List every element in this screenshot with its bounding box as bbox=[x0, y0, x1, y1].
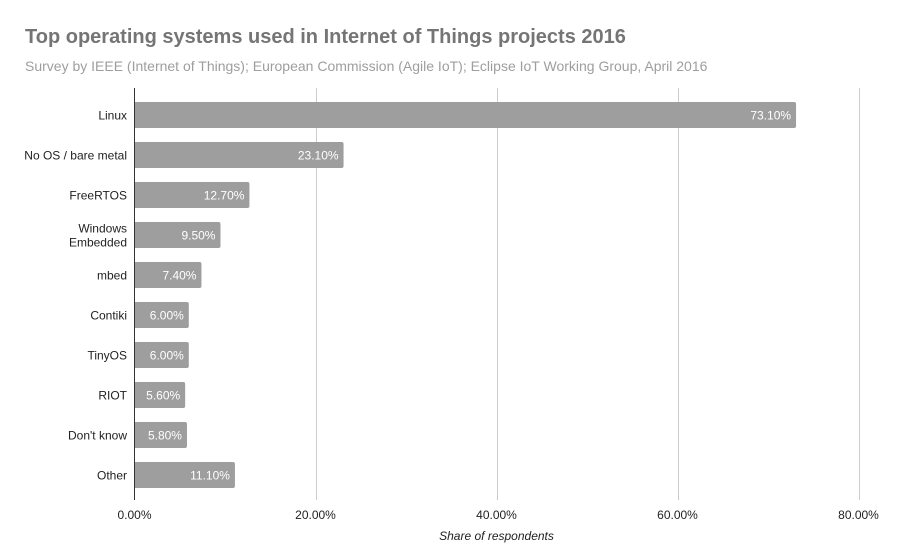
category-label: Other bbox=[97, 469, 127, 483]
data-label: 11.10% bbox=[190, 469, 230, 483]
category-label: RIOT bbox=[98, 389, 127, 403]
data-label: 12.70% bbox=[204, 189, 245, 203]
gridlines bbox=[316, 88, 860, 500]
category-label: mbed bbox=[97, 269, 127, 283]
bar bbox=[134, 102, 797, 128]
category-label: No OS / bare metal bbox=[24, 149, 127, 163]
x-tick-label: 20.00% bbox=[295, 508, 336, 522]
data-label: 7.40% bbox=[162, 269, 196, 283]
x-tick-label: 40.00% bbox=[476, 508, 517, 522]
category-label: Linux bbox=[98, 109, 127, 123]
category-label: FreeRTOS bbox=[69, 189, 127, 203]
data-label: 23.10% bbox=[298, 149, 339, 163]
data-label: 73.10% bbox=[750, 109, 791, 123]
x-axis-label: Share of respondents bbox=[439, 529, 554, 543]
data-label: 5.60% bbox=[146, 389, 180, 403]
category-label: Windows Embedded bbox=[69, 222, 127, 250]
x-tick-label: 80.00% bbox=[838, 508, 879, 522]
bars: 73.10% 23.10% 12.70% 9.50% 7.40% 6.00% 6.00% 5.… bbox=[134, 102, 797, 488]
category-label: Contiki bbox=[90, 309, 127, 323]
category-label: Don't know bbox=[68, 429, 127, 443]
bar-chart: 73.10% 23.10% 12.70% 9.50% 7.40% 6.00% 6.00% 5.… bbox=[24, 88, 879, 543]
data-label: 9.50% bbox=[181, 229, 215, 243]
x-tick-label: 0.00% bbox=[117, 508, 151, 522]
category-labels: Linux No OS / bare metal FreeRTOS Windows Em… bbox=[24, 109, 127, 483]
data-label: 5.80% bbox=[148, 429, 182, 443]
data-label: 6.00% bbox=[150, 309, 184, 323]
category-label: TinyOS bbox=[87, 349, 127, 363]
x-tick-label: 60.00% bbox=[657, 508, 698, 522]
x-tick-labels: 0.00% 20.00% 40.00% 60.00% 80.00% bbox=[117, 508, 879, 522]
data-label: 6.00% bbox=[150, 349, 184, 363]
